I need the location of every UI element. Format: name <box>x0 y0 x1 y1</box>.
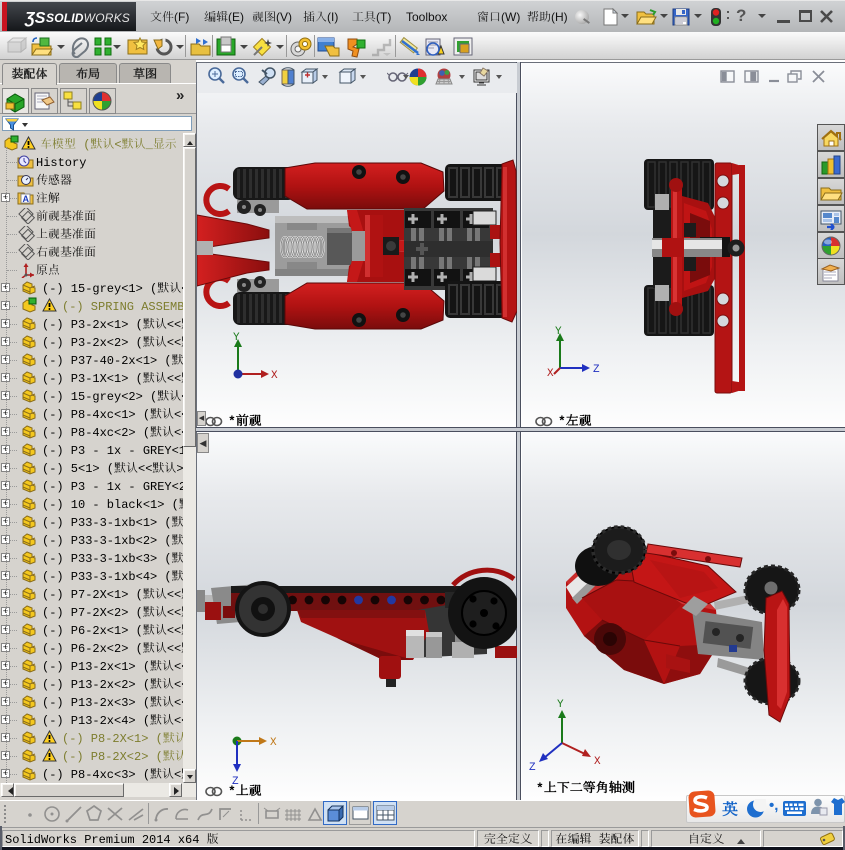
svg-text:A: A <box>23 194 30 204</box>
svg-text:ƷS: ƷS <box>24 10 46 27</box>
svg-text:Z: Z <box>593 364 600 376</box>
svg-text:X: X <box>270 737 277 749</box>
svg-text:Y: Y <box>233 332 240 344</box>
svg-text:X: X <box>271 370 278 382</box>
svg-text:Y: Y <box>555 326 562 338</box>
svg-text:Z: Z <box>529 762 536 774</box>
svg-text:X: X <box>547 368 554 380</box>
svg-text:X: X <box>594 756 601 768</box>
svg-text:SOLIDWORKS: SOLIDWORKS <box>46 11 130 25</box>
svg-text:Y: Y <box>557 699 564 711</box>
